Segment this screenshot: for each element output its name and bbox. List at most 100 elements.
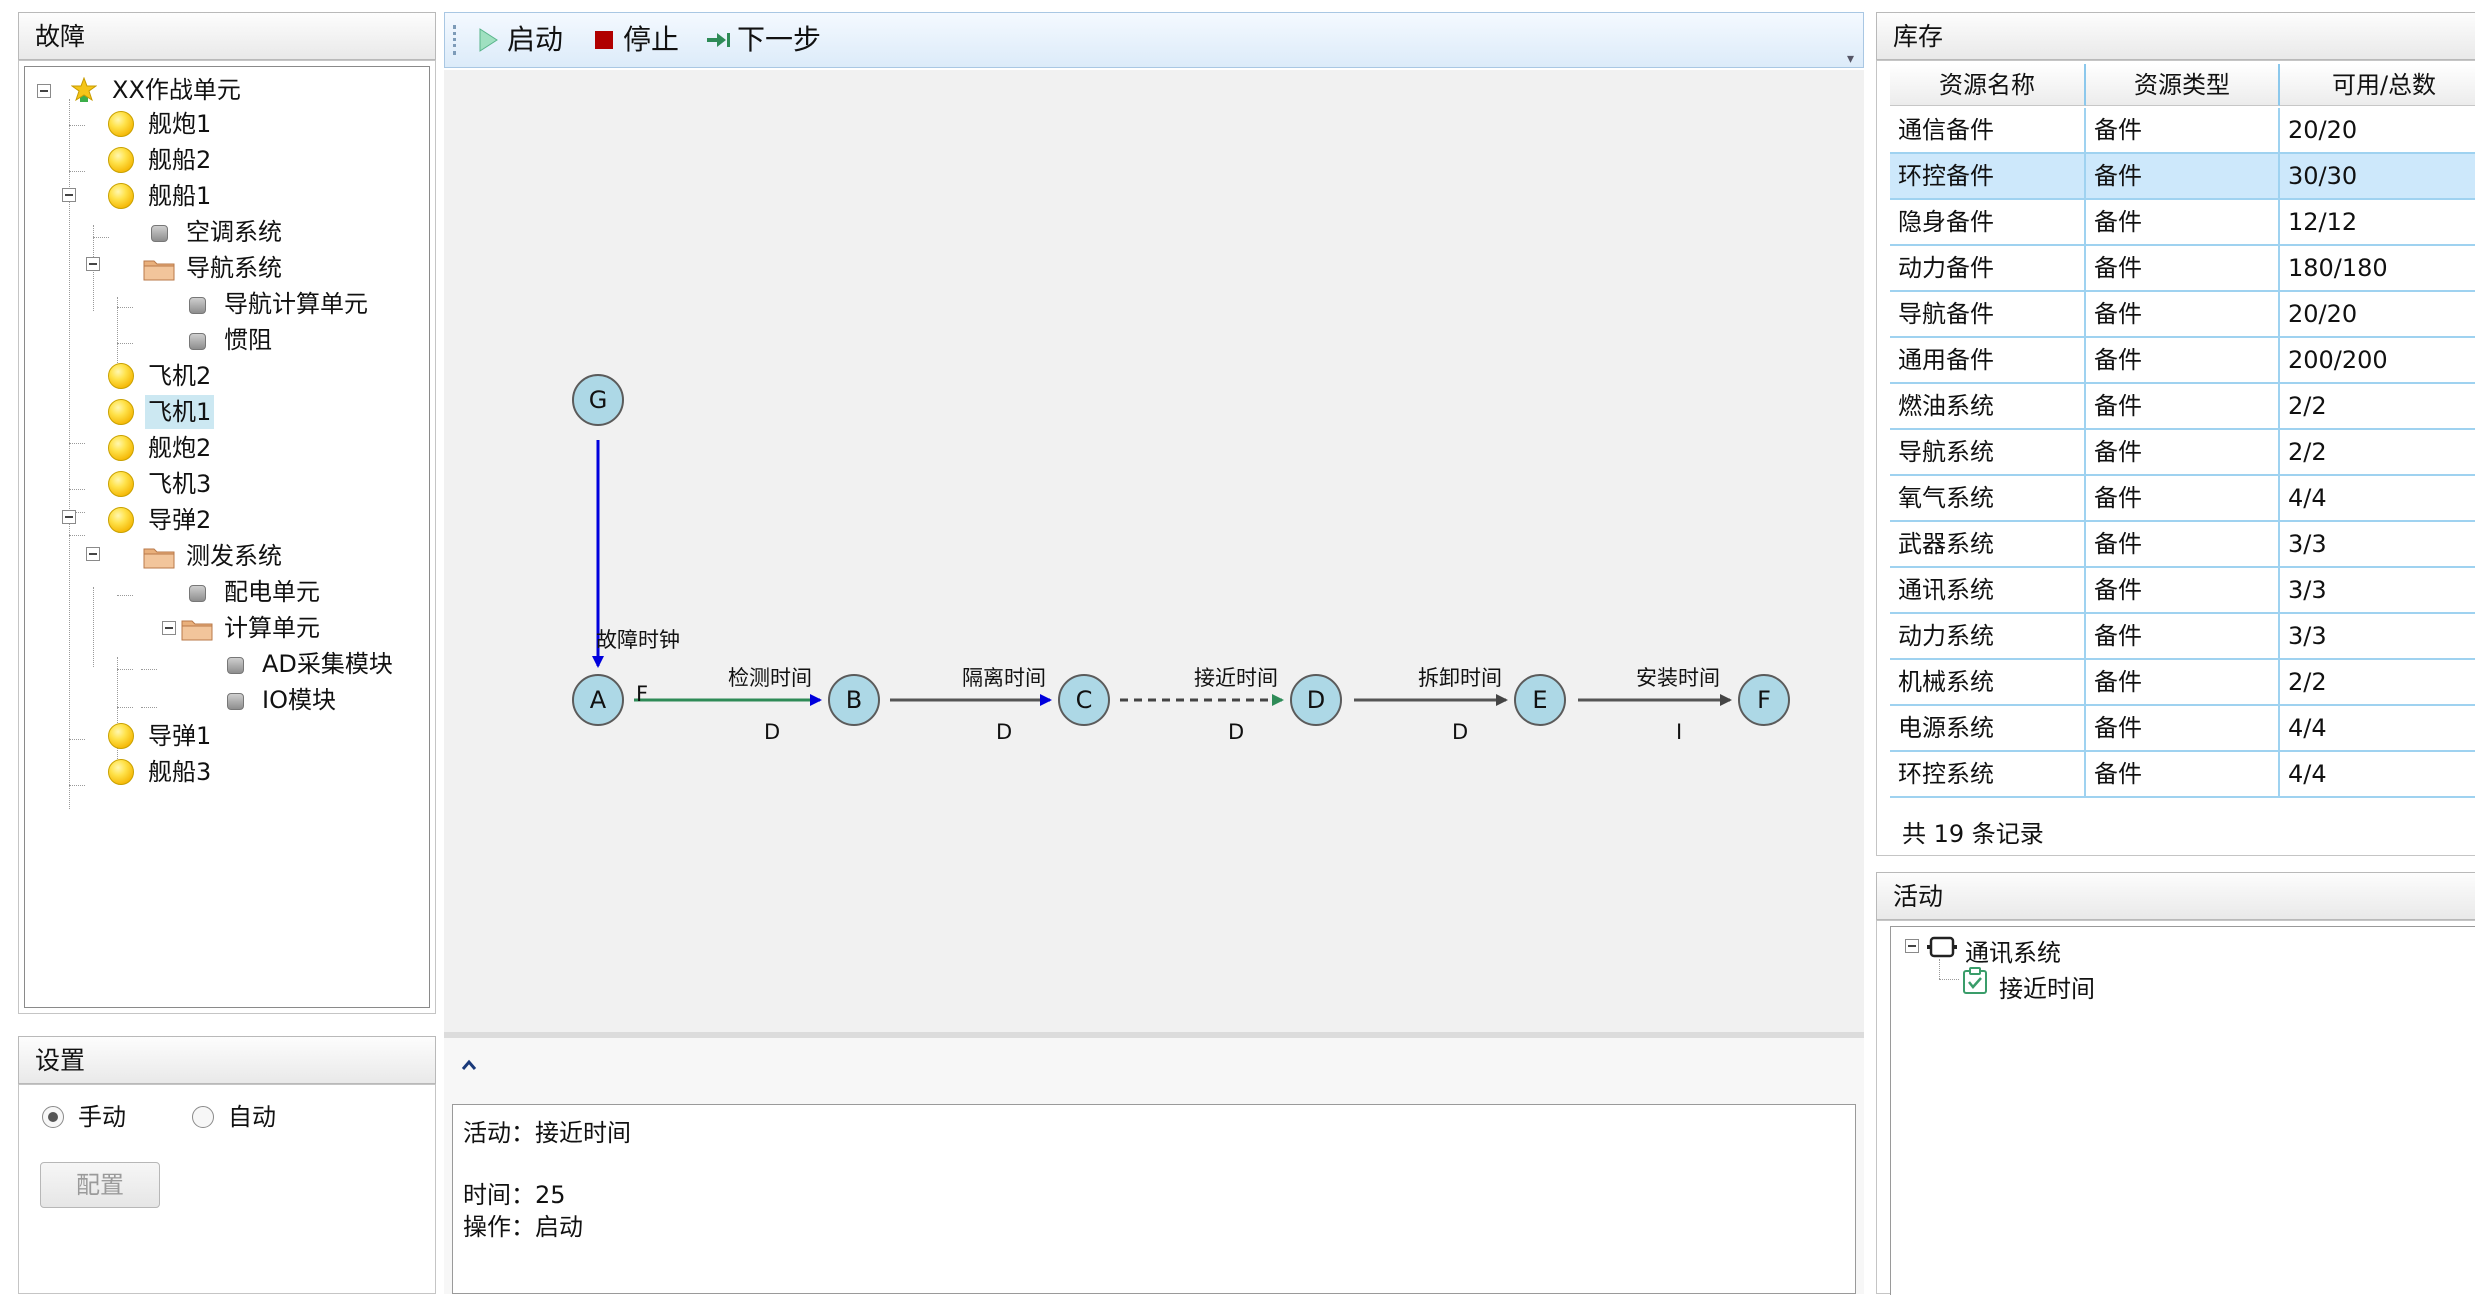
cell-available: 180/180 [2280, 246, 2475, 290]
node-c[interactable]: C [1058, 674, 1110, 726]
play-icon [479, 28, 498, 52]
expand-toggle[interactable] [62, 188, 76, 202]
cell-name: 通用备件 [1890, 338, 2086, 382]
table-row[interactable]: 导航系统 备件 2/2 [1890, 430, 2475, 476]
table-row[interactable]: 动力系统 备件 3/3 [1890, 614, 2475, 660]
edge-tag: D [1228, 720, 1245, 744]
expand-toggle[interactable] [1905, 939, 1919, 953]
yellow-ball-icon [108, 399, 134, 425]
fault-tree[interactable]: XX作战单元 舰炮1 舰船2 舰船1 空调系统 导航系统 导航计算单元 惯阻 飞… [24, 66, 430, 1008]
mode-manual-radio[interactable] [42, 1106, 64, 1128]
cell-available: 12/12 [2280, 200, 2475, 244]
node-b[interactable]: B [828, 674, 880, 726]
toolbar-grip [453, 25, 459, 55]
table-row[interactable]: 通信备件 备件 20/20 [1890, 108, 2475, 154]
inventory-table[interactable]: 资源名称 资源类型 可用/总数 通信备件 备件 20/20 环控备件 备件 30… [1890, 64, 2475, 808]
cell-available: 3/3 [2280, 614, 2475, 658]
cell-name: 武器系统 [1890, 522, 2086, 566]
folder-icon [143, 260, 175, 281]
log-time: 时间：25 [463, 1181, 566, 1209]
table-row[interactable]: 导航备件 备件 20/20 [1890, 292, 2475, 338]
fault-panel-title: 故障 [18, 12, 436, 60]
activity-child-label[interactable]: 接近时间 [1999, 969, 2095, 1004]
gray-square-icon [151, 225, 168, 242]
cell-available: 3/3 [2280, 522, 2475, 566]
config-button[interactable]: 配置 [40, 1162, 160, 1208]
cell-type: 备件 [2086, 522, 2280, 566]
diagram-edges [592, 440, 1732, 706]
folder-icon [181, 620, 213, 641]
folder-icon [143, 548, 175, 569]
table-row[interactable]: 通讯系统 备件 3/3 [1890, 568, 2475, 614]
expand-toggle[interactable] [37, 84, 51, 98]
cell-name: 导航备件 [1890, 292, 2086, 336]
cell-name: 电源系统 [1890, 706, 2086, 750]
expand-toggle[interactable] [62, 510, 76, 524]
cell-available: 2/2 [2280, 430, 2475, 474]
diagram-canvas[interactable]: G A B C D E F 故障时钟 F 检测时间 D 隔离时间 D 接近时间 … [444, 70, 1864, 1032]
table-row-selected[interactable]: 环控备件 备件 30/30 [1890, 154, 2475, 200]
cell-type: 备件 [2086, 292, 2280, 336]
cell-name: 动力系统 [1890, 614, 2086, 658]
mode-auto-radio[interactable] [192, 1106, 214, 1128]
activity-tree[interactable]: 通讯系统 接近时间 [1890, 926, 2475, 1295]
table-row[interactable]: 环控系统 备件 4/4 [1890, 752, 2475, 798]
cell-type: 备件 [2086, 246, 2280, 290]
cell-name: 环控系统 [1890, 752, 2086, 796]
column-header-available[interactable]: 可用/总数 [2280, 64, 2475, 106]
column-header-name[interactable]: 资源名称 [1890, 64, 2086, 106]
cell-type: 备件 [2086, 108, 2280, 152]
cell-available: 30/30 [2280, 154, 2475, 198]
cell-name: 环控备件 [1890, 154, 2086, 198]
table-row[interactable]: 燃油系统 备件 2/2 [1890, 384, 2475, 430]
cell-type: 备件 [2086, 706, 2280, 750]
edge-label: 拆卸时间 [1418, 666, 1502, 690]
cell-type: 备件 [2086, 338, 2280, 382]
stop-button[interactable]: 停止 [591, 13, 701, 67]
record-count: 共 19 条记录 [1902, 820, 2044, 848]
cell-type: 备件 [2086, 200, 2280, 244]
table-row[interactable]: 电源系统 备件 4/4 [1890, 706, 2475, 752]
yellow-ball-icon [108, 471, 134, 497]
mode-manual-label: 手动 [78, 1103, 126, 1131]
gray-square-icon [189, 333, 206, 350]
cell-available: 4/4 [2280, 706, 2475, 750]
node-a-marker: F [636, 682, 649, 706]
table-row[interactable]: 通用备件 备件 200/200 [1890, 338, 2475, 384]
gray-square-icon [227, 693, 244, 710]
node-d[interactable]: D [1290, 674, 1342, 726]
gray-square-icon [189, 297, 206, 314]
cell-name: 氧气系统 [1890, 476, 2086, 520]
toolbar-overflow-icon[interactable]: ▾ [1847, 51, 1854, 67]
next-step-button[interactable]: 下一步 [705, 13, 855, 67]
cell-type: 备件 [2086, 384, 2280, 428]
edge-label: 隔离时间 [962, 666, 1046, 690]
edge-label: 接近时间 [1194, 666, 1278, 690]
medal-star-icon [71, 77, 97, 102]
cell-available: 200/200 [2280, 338, 2475, 382]
node-e[interactable]: E [1514, 674, 1566, 726]
stop-icon [595, 31, 613, 49]
start-button[interactable]: 启动 [475, 13, 595, 67]
activity-root-label[interactable]: 通讯系统 [1965, 933, 2061, 968]
expand-toggle[interactable] [162, 621, 176, 635]
edge-tag: I [1676, 720, 1683, 744]
expand-toggle[interactable] [86, 257, 100, 271]
expand-toggle[interactable] [86, 547, 100, 561]
log-output[interactable]: 活动：接近时间 时间：25 操作：启动 [452, 1104, 1856, 1294]
table-row[interactable]: 机械系统 备件 2/2 [1890, 660, 2475, 706]
table-row[interactable]: 动力备件 备件 180/180 [1890, 246, 2475, 292]
node-f[interactable]: F [1738, 674, 1790, 726]
table-row[interactable]: 隐身备件 备件 12/12 [1890, 200, 2475, 246]
edge-tag: D [1452, 720, 1469, 744]
gray-square-icon [227, 657, 244, 674]
gray-square-icon [189, 585, 206, 602]
cell-type: 备件 [2086, 154, 2280, 198]
table-row[interactable]: 氧气系统 备件 4/4 [1890, 476, 2475, 522]
cell-name: 动力备件 [1890, 246, 2086, 290]
table-row[interactable]: 武器系统 备件 3/3 [1890, 522, 2475, 568]
node-g[interactable]: G [572, 374, 624, 426]
column-header-type[interactable]: 资源类型 [2086, 64, 2280, 106]
chevron-up-icon[interactable] [460, 1058, 478, 1072]
node-a[interactable]: A [572, 674, 624, 726]
